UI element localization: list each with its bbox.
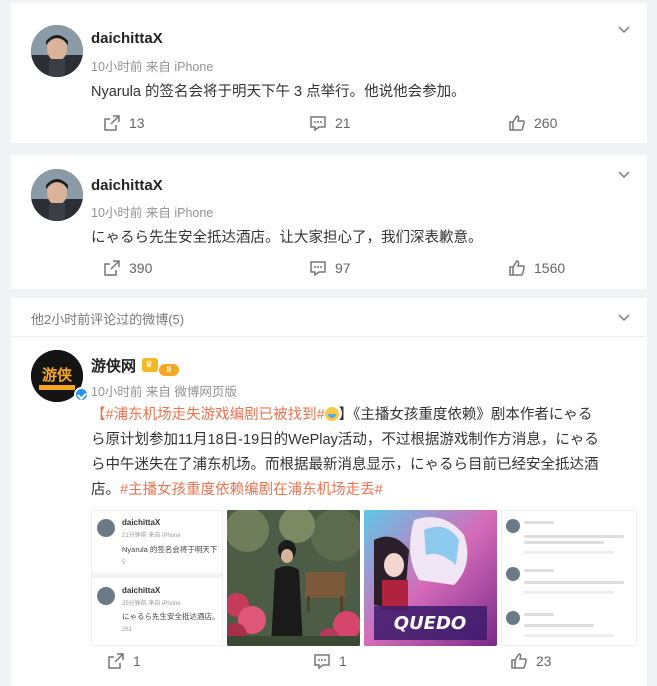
comment-button[interactable]: 97 (309, 259, 351, 277)
like-button[interactable]: 1560 (508, 259, 565, 277)
repost-button[interactable]: 390 (103, 259, 152, 277)
username[interactable]: 游侠网 (91, 358, 136, 375)
username[interactable]: daichittaX (91, 177, 163, 194)
comment-count: 1 (339, 653, 347, 669)
weibo-post-card: daichittaX 10小时前 来自 iPhone にゃるら先生安全抵达酒店。… (11, 155, 647, 289)
verified-icon (74, 387, 89, 402)
like-count: 260 (534, 115, 558, 131)
feed-header: 他2小时前评论过的微博(5) (31, 312, 185, 327)
topic-link[interactable]: #主播女孩重度依赖编剧在浦东机场走丢# (120, 482, 383, 498)
post-line-3: ら中午迷失在了浦东机场。而根据最新消息显示，にゃるら目前已经安全抵达酒 (91, 457, 599, 473)
weibo-post-card: 他2小时前评论过的微博(5) 游侠 游侠网 ♛ II 10小时前 来自 微博网页版 … (11, 298, 647, 686)
post-actions: 13 21 260 (11, 114, 647, 136)
emoji-icon (324, 407, 339, 421)
post-meta: 10小时前 来自 微博网页版 (91, 385, 237, 399)
comment-button[interactable]: 21 (309, 114, 351, 132)
image-thumbnail[interactable]: daichittaX 21分钟前 来自 iPhone Nyarula 的签名会将… (91, 510, 223, 646)
repost-count: 1 (133, 653, 141, 669)
share-icon (108, 653, 124, 669)
avatar[interactable] (31, 169, 83, 221)
comment-button[interactable]: 1 (313, 652, 347, 670)
avatar (97, 587, 115, 605)
svg-text:游侠: 游侠 (42, 366, 73, 384)
post-text: にゃるら先生安全抵达酒店。让大家担心了，我们深表歉意。 (91, 230, 483, 246)
image-thumbnail[interactable] (227, 510, 360, 646)
comment-count: 21 (335, 115, 351, 131)
svg-text:QUEDO: QUEDO (394, 613, 466, 634)
like-count: 23 (536, 653, 552, 669)
image-thumbnail[interactable]: QUEDO (364, 510, 497, 646)
post-line-1: 【#浦东机场走失游戏编剧已被找到# 】《主播女孩重度依赖》剧本作者にゃる (91, 407, 593, 423)
chevron-down-icon[interactable] (617, 311, 631, 325)
comment-icon (310, 116, 326, 132)
share-icon (104, 260, 120, 276)
share-icon (104, 115, 120, 131)
post-text: Nyarula 的签名会将于明天下午 3 点举行。他说他会参加。 (91, 84, 466, 100)
post-meta: 10小时前 来自 iPhone (91, 60, 214, 74)
chevron-down-icon[interactable] (617, 23, 631, 37)
comment-icon (314, 654, 330, 670)
post-line-4: 店。#主播女孩重度依赖编剧在浦东机场走丢# (91, 482, 383, 498)
repost-count: 390 (129, 260, 153, 276)
chevron-down-icon[interactable] (617, 168, 631, 182)
thumbs-up-icon (511, 653, 527, 669)
repost-button[interactable]: 1 (107, 652, 141, 670)
topic-link[interactable]: #浦东机场走失游戏编剧已被找到# (106, 407, 325, 423)
comment-count: 97 (335, 260, 351, 276)
post-meta: 10小时前 来自 iPhone (91, 206, 214, 220)
like-button[interactable]: 260 (508, 114, 557, 132)
repost-button[interactable]: 13 (103, 114, 145, 132)
username[interactable]: daichittaX (91, 30, 163, 47)
username-row: 游侠网 ♛ II (91, 355, 180, 376)
vip-crown-icon[interactable]: ♛ (142, 358, 159, 372)
post-line-2: ら原计划参加11月18日-19日的WePlay活动，不过根据游戏制作方消息，にゃ… (91, 432, 599, 448)
weibo-post-card: daichittaX 10小时前 来自 iPhone Nyarula 的签名会将… (11, 3, 647, 143)
avatar (97, 519, 115, 537)
post-actions: 390 97 1560 (11, 259, 647, 281)
repost-count: 13 (129, 115, 145, 131)
like-button[interactable]: 23 (510, 652, 552, 670)
avatar[interactable] (31, 25, 83, 77)
thumbs-up-icon (509, 260, 525, 276)
divider (11, 336, 647, 337)
thumbs-up-icon (509, 115, 525, 131)
like-count: 1560 (534, 260, 566, 276)
level-badge[interactable]: II (159, 364, 180, 376)
comment-icon (310, 261, 326, 277)
post-actions: 1 1 23 (11, 652, 647, 674)
image-thumbnail[interactable] (501, 510, 637, 646)
post-text: 【#浦东机场走失游戏编剧已被找到# 】《主播女孩重度依赖》剧本作者にゃる ら原计划… (91, 403, 638, 503)
image-grid: daichittaX 21分钟前 来自 iPhone Nyarula 的签名会将… (91, 510, 638, 646)
